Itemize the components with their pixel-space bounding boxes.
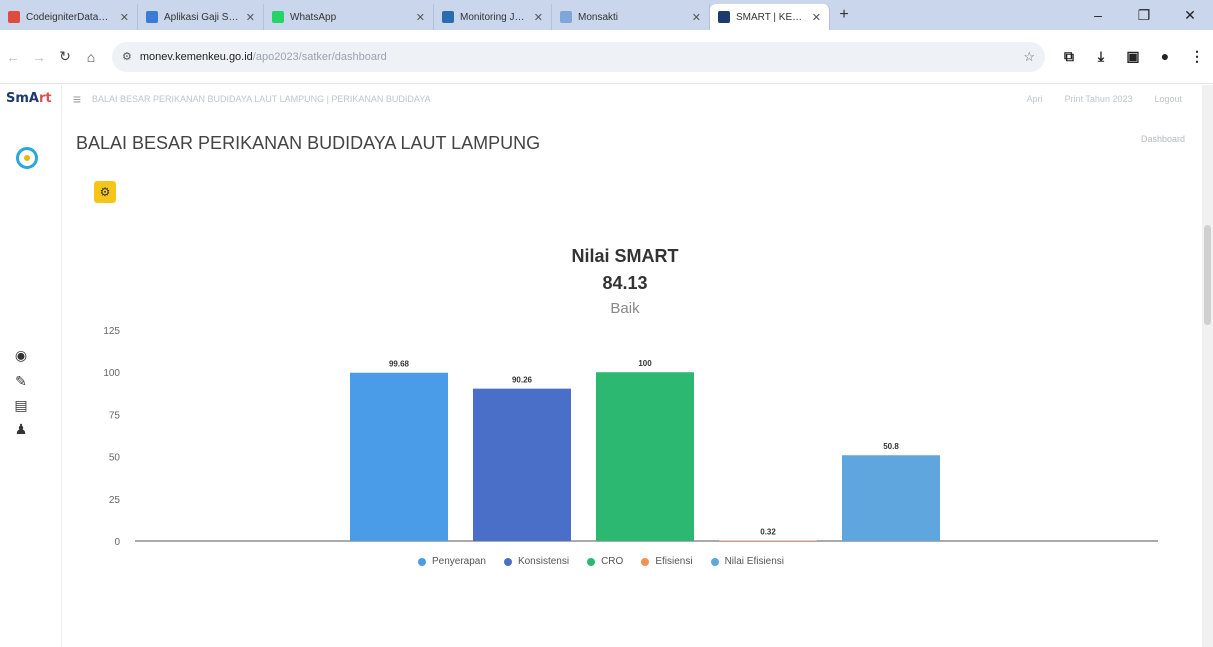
y-tick-label: 50 [109, 453, 121, 464]
legend-label: Konsistensi [517, 556, 570, 567]
y-tick-label: 100 [103, 368, 120, 379]
legend-dot-icon [710, 557, 719, 566]
data-label: 50.8 [883, 442, 899, 451]
scrollbar-thumb[interactable] [1204, 225, 1211, 325]
data-label: 90.26 [512, 376, 533, 385]
legend-item[interactable]: Nilai Efisiensi [710, 556, 785, 567]
legend-item[interactable]: Penyerapan [418, 556, 486, 567]
legend-item[interactable]: Efisiensi [641, 556, 693, 567]
y-tick-label: 0 [114, 537, 120, 548]
bar-nilai-efisiensi[interactable] [842, 455, 940, 541]
data-label: 0.32 [760, 527, 776, 536]
legend-dot-icon [641, 557, 650, 566]
bar-efisiensi[interactable] [719, 540, 817, 541]
y-tick-label: 25 [109, 495, 121, 506]
legend-label: Nilai Efisiensi [724, 556, 785, 567]
legend-label: Penyerapan [432, 556, 486, 567]
bar-chart: 0 25 50 75 100 125 99.68 90.26 100 0.32 50.8 [103, 326, 1158, 548]
y-tick-label: 125 [103, 326, 120, 337]
legend-label: Efisiensi [655, 556, 693, 567]
chart-legend: Penyerapan Konsistensi CRO Efisiensi Nilai E… [418, 556, 784, 567]
legend-dot-icon [587, 557, 596, 566]
bar-konsistensi[interactable] [473, 388, 571, 541]
legend-dot-icon [418, 557, 426, 566]
legend-item[interactable]: CRO [587, 556, 623, 567]
legend-label: CRO [601, 556, 624, 567]
legend-dot-icon [503, 557, 512, 566]
bar-cro[interactable] [596, 372, 694, 541]
legend-item[interactable]: Konsistensi [503, 556, 570, 567]
scrollbar[interactable] [1202, 85, 1213, 647]
y-tick-label: 75 [109, 410, 121, 421]
data-label: 100 [638, 359, 652, 368]
bar-penyerapan[interactable] [350, 372, 448, 541]
data-label: 99.68 [389, 360, 410, 369]
